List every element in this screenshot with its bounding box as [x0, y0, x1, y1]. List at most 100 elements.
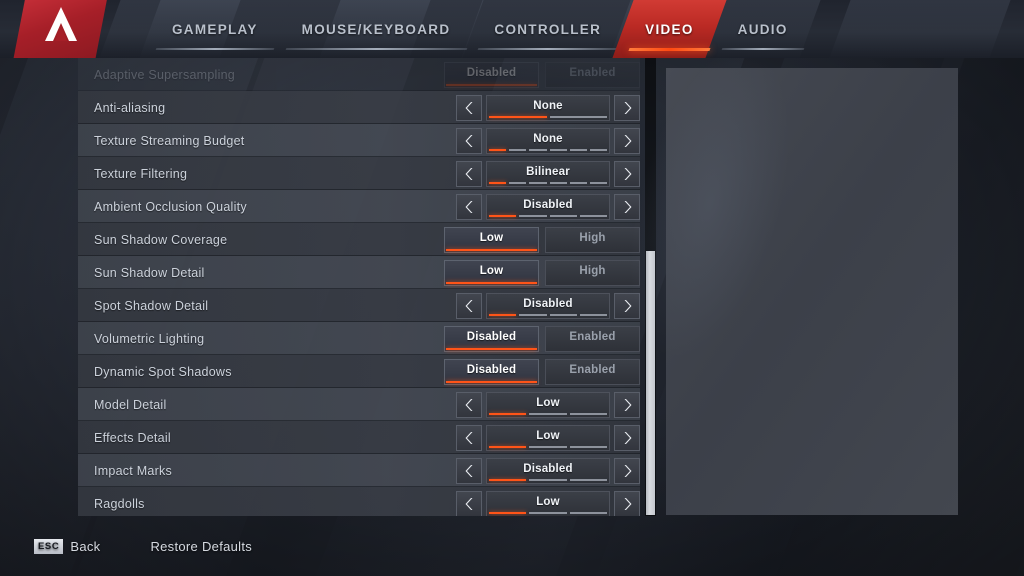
chevron-right-icon[interactable] — [614, 160, 640, 187]
setting-toggle-group: Low High — [444, 259, 640, 286]
chevron-left-icon[interactable] — [456, 457, 482, 484]
tab-mouse-keyboard[interactable]: MOUSE/KEYBOARD — [269, 0, 483, 58]
setting-stepper: Disabled — [456, 457, 640, 484]
stepper-segment — [529, 478, 567, 481]
restore-defaults-button[interactable]: Restore Defaults — [150, 539, 252, 554]
setting-toggle-label: High — [579, 265, 606, 277]
setting-value-box[interactable]: None — [486, 127, 610, 154]
setting-label: Sun Shadow Detail — [94, 265, 205, 280]
chevron-right-icon[interactable] — [614, 391, 640, 418]
setting-toggle-label: Disabled — [466, 67, 517, 79]
stepper-segment — [529, 445, 567, 448]
stepper-segment — [489, 115, 547, 118]
setting-stepper: Low — [456, 391, 640, 418]
setting-toggle-option[interactable]: Low — [444, 226, 539, 253]
setting-stepper: Low — [456, 490, 640, 516]
chevron-right-icon[interactable] — [614, 424, 640, 451]
stepper-segment — [569, 412, 607, 415]
stepper-segment — [489, 181, 507, 184]
setting-row: Ragdolls Low — [78, 487, 640, 516]
setting-toggle-option[interactable]: Disabled — [444, 358, 539, 385]
stepper-segment — [549, 148, 567, 151]
stepper-segment — [489, 511, 527, 514]
stepper-segment — [589, 181, 608, 184]
back-label: Back — [70, 538, 101, 554]
setting-toggle-label: Enabled — [569, 67, 616, 79]
setting-row: Texture Streaming Budget None — [78, 124, 640, 157]
chevron-right-icon[interactable] — [614, 94, 640, 121]
setting-control: Low High — [444, 223, 640, 256]
setting-control: Disabled Enabled — [444, 58, 640, 91]
setting-row: Spot Shadow Detail Disabled — [78, 289, 640, 322]
stepper-segment — [519, 214, 547, 217]
chevron-right-icon[interactable] — [614, 490, 640, 516]
chevron-left-icon[interactable] — [456, 391, 482, 418]
setting-toggle-label: Disabled — [466, 331, 517, 343]
tab-underline — [478, 48, 618, 50]
back-button[interactable]: ESC Back — [34, 538, 101, 554]
setting-value: None — [533, 99, 563, 112]
setting-value: Low — [536, 429, 560, 442]
setting-control: None — [456, 91, 640, 124]
tab-gameplay[interactable]: GAMEPLAY — [139, 0, 291, 58]
chevron-right-icon[interactable] — [614, 127, 640, 154]
setting-toggle-option[interactable]: Low — [444, 259, 539, 286]
settings-scrollbar-thumb[interactable] — [646, 251, 655, 515]
setting-row: Ambient Occlusion Quality Disabled — [78, 190, 640, 223]
stepper-segment — [549, 313, 577, 316]
setting-row: Volumetric Lighting Disabled Enabled — [78, 322, 640, 355]
chevron-left-icon[interactable] — [456, 292, 482, 319]
chevron-left-icon[interactable] — [456, 193, 482, 220]
chevron-right-icon[interactable] — [614, 457, 640, 484]
setting-value-box[interactable]: Bilinear — [486, 160, 610, 187]
stepper-segment — [569, 445, 607, 448]
stepper-segment — [529, 148, 547, 151]
setting-toggle-group: Disabled Enabled — [444, 358, 640, 385]
tab-underline — [628, 48, 711, 51]
chevron-left-icon[interactable] — [456, 424, 482, 451]
setting-value-box[interactable]: Low — [486, 424, 610, 451]
setting-row: Adaptive Supersampling Disabled Enabled — [78, 58, 640, 91]
setting-control: Disabled — [456, 190, 640, 223]
stepper-segment — [489, 313, 517, 316]
stepper-segment — [549, 115, 607, 118]
setting-toggle-option[interactable]: Enabled — [545, 61, 640, 88]
setting-value-box[interactable]: None — [486, 94, 610, 121]
chevron-left-icon[interactable] — [456, 160, 482, 187]
stepper-segment-bar — [489, 478, 607, 481]
setting-value-box[interactable]: Low — [486, 490, 610, 516]
tab-label: MOUSE/KEYBOARD — [301, 21, 451, 37]
setting-value-box[interactable]: Low — [486, 391, 610, 418]
tab-video[interactable]: VIDEO — [612, 0, 727, 58]
setting-toggle-option[interactable]: Disabled — [444, 325, 539, 352]
setting-value-box[interactable]: Disabled — [486, 193, 610, 220]
setting-label: Sun Shadow Coverage — [94, 232, 228, 247]
setting-label: Model Detail — [94, 397, 167, 412]
setting-stepper: None — [456, 94, 640, 121]
setting-row: Effects Detail Low — [78, 421, 640, 454]
setting-value: Disabled — [523, 297, 573, 310]
stepper-segment-bar — [489, 181, 608, 184]
stepper-segment — [489, 214, 517, 217]
chevron-left-icon[interactable] — [456, 94, 482, 121]
setting-row: Model Detail Low — [78, 388, 640, 421]
tab-underline — [155, 48, 275, 50]
setting-toggle-group: Disabled Enabled — [444, 61, 640, 88]
setting-label: Ambient Occlusion Quality — [94, 199, 247, 214]
chevron-left-icon[interactable] — [456, 127, 482, 154]
setting-toggle-option[interactable]: Enabled — [545, 358, 640, 385]
setting-label: Anti-aliasing — [94, 100, 166, 115]
setting-toggle-label: Low — [479, 232, 504, 244]
stepper-segment — [509, 148, 527, 151]
setting-row: Sun Shadow Coverage Low High — [78, 223, 640, 256]
setting-value: Low — [536, 495, 560, 508]
setting-value-box[interactable]: Disabled — [486, 292, 610, 319]
setting-value-box[interactable]: Disabled — [486, 457, 610, 484]
setting-toggle-option[interactable]: High — [545, 226, 640, 253]
tab-audio[interactable]: AUDIO — [705, 0, 821, 58]
setting-value: Disabled — [523, 462, 573, 475]
stepper-segment — [549, 214, 577, 217]
chevron-left-icon[interactable] — [456, 490, 482, 516]
tab-controller[interactable]: CONTROLLER — [461, 0, 634, 58]
setting-toggle-option[interactable]: Disabled — [444, 61, 539, 88]
